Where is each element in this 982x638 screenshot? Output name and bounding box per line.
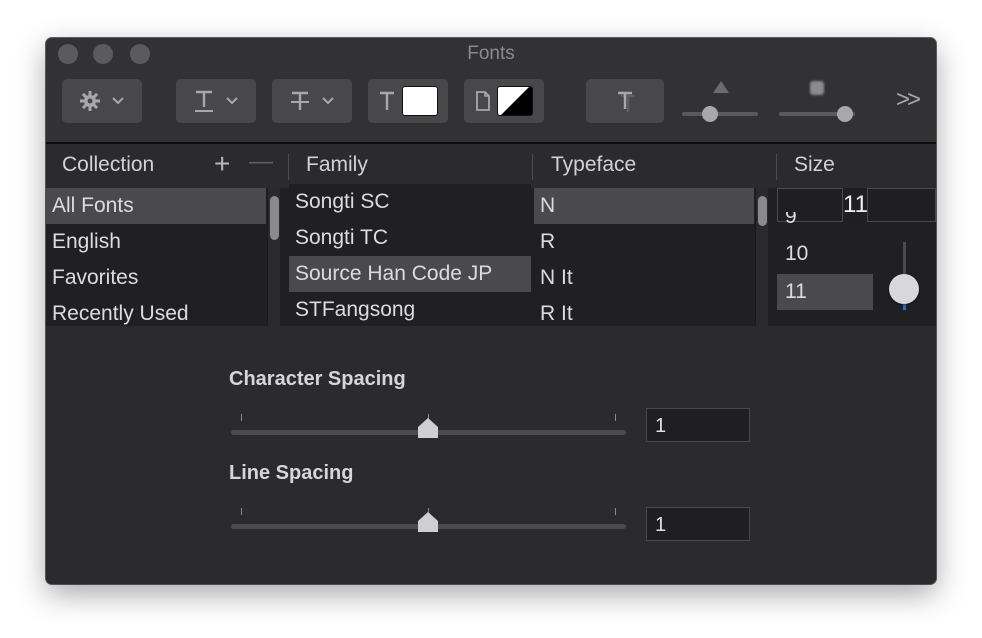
- scrollbar-thumb[interactable]: [270, 196, 279, 240]
- shadow-blur-icon: [808, 79, 826, 102]
- list-item[interactable]: R It: [534, 296, 754, 326]
- character-spacing-field[interactable]: 1: [646, 408, 750, 442]
- slider-tick: [241, 414, 242, 421]
- column-divider[interactable]: [776, 154, 777, 180]
- typeface-scrollbar[interactable]: [755, 188, 768, 326]
- shadow-blur-knob[interactable]: [837, 106, 853, 122]
- list-item[interactable]: N It: [534, 260, 754, 296]
- document-color-button[interactable]: [464, 79, 544, 123]
- font-browser: All Fonts English Favorites Recently Use…: [46, 184, 936, 326]
- column-divider[interactable]: [532, 154, 533, 180]
- text-t-icon: [378, 90, 396, 112]
- text-color-swatch[interactable]: [402, 86, 438, 116]
- text-shadow-button[interactable]: [586, 79, 664, 123]
- column-divider[interactable]: [288, 154, 289, 180]
- character-spacing-label: Character Spacing: [229, 368, 406, 390]
- list-item[interactable]: 11: [777, 274, 873, 310]
- shadow-t-icon: [612, 88, 638, 114]
- strikethrough-t-icon: [289, 89, 311, 113]
- list-item[interactable]: Recently Used: [46, 296, 266, 326]
- document-icon: [475, 90, 491, 112]
- scrollbar-thumb[interactable]: [758, 196, 767, 226]
- size-header: Size: [794, 153, 835, 176]
- column-headers: Collection + — Family Typeface Size: [46, 144, 936, 188]
- list-item[interactable]: All Fonts: [46, 188, 266, 224]
- size-slider-knob[interactable]: [889, 274, 919, 304]
- shadow-opacity-knob[interactable]: [702, 106, 718, 122]
- list-item[interactable]: Source Han Code JP: [289, 256, 531, 292]
- list-item[interactable]: Songti SC: [289, 184, 531, 220]
- collection-scrollbar[interactable]: [267, 188, 280, 326]
- strikethrough-menu-button[interactable]: [272, 79, 352, 123]
- size-field-right[interactable]: [867, 188, 936, 222]
- list-item[interactable]: Favorites: [46, 260, 266, 296]
- slider-tick: [615, 508, 616, 515]
- list-item[interactable]: STFangsong: [289, 292, 531, 326]
- underline-menu-button[interactable]: [176, 79, 256, 123]
- line-spacing-label: Line Spacing: [229, 462, 354, 484]
- titlebar: Fonts >>: [46, 38, 936, 144]
- list-item[interactable]: Songti TC: [289, 220, 531, 256]
- size-list[interactable]: 9 10 11: [777, 212, 873, 326]
- character-spacing-thumb[interactable]: [417, 417, 439, 439]
- underline-t-icon: [193, 89, 215, 113]
- line-spacing-field[interactable]: 1: [646, 507, 750, 541]
- list-item[interactable]: 9: [777, 212, 873, 226]
- toolbar-overflow-button[interactable]: >>: [896, 86, 921, 114]
- typeface-header: Typeface: [551, 153, 637, 176]
- text-color-button[interactable]: [368, 79, 448, 123]
- collection-header: Collection: [62, 153, 155, 176]
- slider-tick: [615, 414, 616, 421]
- chevron-down-icon: [225, 96, 239, 106]
- list-item[interactable]: English: [46, 224, 266, 260]
- chevron-down-icon: [321, 96, 335, 106]
- remove-collection-button[interactable]: —: [249, 148, 273, 176]
- action-menu-button[interactable]: [62, 79, 142, 123]
- family-header: Family: [306, 153, 368, 176]
- list-item[interactable]: N: [534, 188, 754, 224]
- window-title: Fonts: [467, 43, 515, 64]
- list-item[interactable]: R: [534, 224, 754, 260]
- slider-tick: [241, 508, 242, 515]
- spacing-panel: Character Spacing 1 Line Spacing 1: [46, 326, 936, 584]
- typeface-list[interactable]: N R N It R It: [534, 188, 754, 326]
- chevron-down-icon: [111, 96, 125, 106]
- document-color-swatch[interactable]: [497, 86, 533, 116]
- shadow-opacity-slider[interactable]: [682, 112, 758, 116]
- list-item[interactable]: 10: [777, 236, 873, 272]
- size-panel: 11 9 10 11: [777, 188, 936, 326]
- fonts-window: Fonts >> Collection + — Family Typeface …: [46, 38, 936, 584]
- collection-list[interactable]: All Fonts English Favorites Recently Use…: [46, 188, 266, 326]
- family-list[interactable]: Songti SC Songti TC Source Han Code JP S…: [289, 184, 531, 326]
- shadow-opacity-icon: [712, 80, 730, 99]
- line-spacing-thumb[interactable]: [417, 511, 439, 533]
- add-collection-button[interactable]: +: [214, 148, 230, 180]
- gear-icon: [79, 90, 101, 112]
